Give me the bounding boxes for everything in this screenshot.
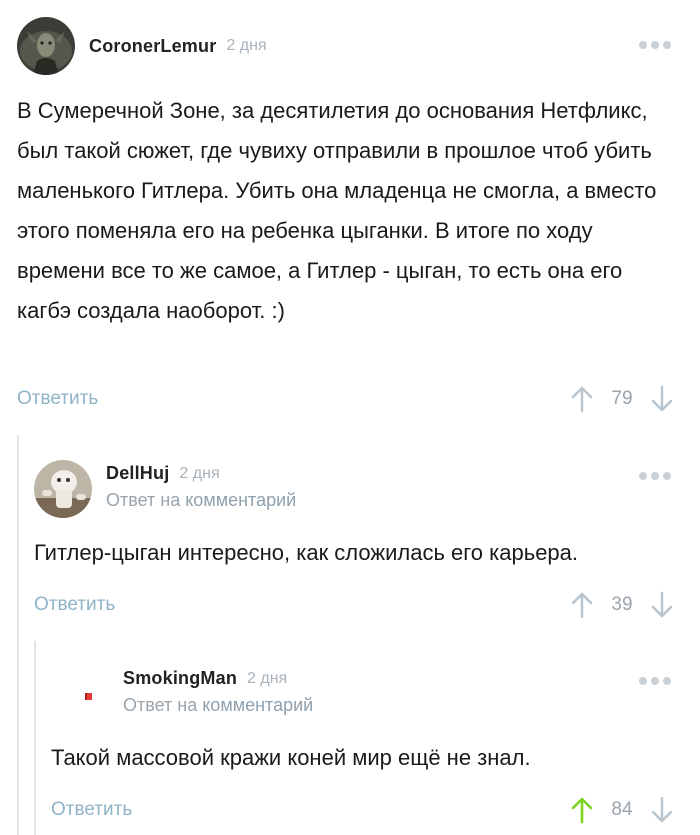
comment-header: DellHuj 2 дня Ответ на комментарий xyxy=(34,460,296,518)
timestamp[interactable]: 2 дня xyxy=(179,465,219,483)
rating-count: 84 xyxy=(611,799,633,820)
rating: 79 xyxy=(570,384,674,414)
timestamp[interactable]: 2 дня xyxy=(226,37,266,55)
downvote-arrow-icon[interactable] xyxy=(650,384,674,414)
rating-count: 39 xyxy=(611,594,633,615)
rating-count: 79 xyxy=(611,388,633,409)
comment-text: В Сумеречной Зоне, за десятилетия до осн… xyxy=(17,98,657,323)
reply-to-link[interactable]: комментарий xyxy=(202,695,313,715)
reply-button[interactable]: Ответить xyxy=(34,594,115,616)
avatar[interactable] xyxy=(17,17,75,75)
comment-1: CoronerLemur 2 дня В Сумеречной Зоне, за… xyxy=(0,0,700,420)
more-options-icon[interactable] xyxy=(639,41,671,49)
avatar[interactable] xyxy=(34,460,92,518)
reply-button[interactable]: Ответить xyxy=(51,799,132,821)
rating: 84 xyxy=(570,795,674,825)
username[interactable]: DellHuj xyxy=(106,463,169,484)
comment-footer: Ответить xyxy=(34,594,115,616)
upvote-arrow-icon[interactable] xyxy=(570,590,594,620)
comment-header: CoronerLemur 2 дня xyxy=(17,17,267,75)
username[interactable]: CoronerLemur xyxy=(89,36,216,57)
comment-footer: Ответить xyxy=(51,799,132,821)
downvote-arrow-icon[interactable] xyxy=(650,590,674,620)
upvote-arrow-icon[interactable] xyxy=(570,795,594,825)
comment-header: SmokingMan 2 дня Ответ на комментарий xyxy=(51,665,313,723)
reply-to-prefix: Ответ на xyxy=(106,490,181,510)
reply-to: Ответ на комментарий xyxy=(123,695,313,716)
more-options-icon[interactable] xyxy=(639,472,671,480)
reply-to: Ответ на комментарий xyxy=(106,490,296,511)
reply-button[interactable]: Ответить xyxy=(17,388,98,410)
reply-to-prefix: Ответ на xyxy=(123,695,198,715)
timestamp[interactable]: 2 дня xyxy=(247,670,287,688)
comment-text: Такой массовой кражи коней мир ещё не зн… xyxy=(51,745,531,770)
comment-text: Гитлер-цыган интересно, как сложилась ег… xyxy=(34,540,579,565)
more-options-icon[interactable] xyxy=(639,677,671,685)
comment-2: DellHuj 2 дня Ответ на комментарий Гитле… xyxy=(0,440,700,640)
username[interactable]: SmokingMan xyxy=(123,668,237,689)
comment-footer: Ответить xyxy=(17,388,98,410)
upvote-arrow-icon[interactable] xyxy=(570,384,594,414)
rating: 39 xyxy=(570,590,674,620)
reply-to-link[interactable]: комментарий xyxy=(185,490,296,510)
avatar[interactable] xyxy=(51,665,109,723)
comment-3: SmokingMan 2 дня Ответ на комментарий Та… xyxy=(0,645,700,835)
downvote-arrow-icon[interactable] xyxy=(650,795,674,825)
